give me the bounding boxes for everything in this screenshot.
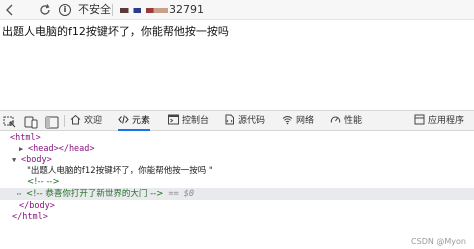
redacted-url-part xyxy=(120,7,168,13)
performance-icon xyxy=(330,116,341,123)
security-label[interactable]: 不安全 xyxy=(78,3,111,17)
tab-network[interactable]: 网络 xyxy=(282,111,314,131)
tab-performance[interactable]: 性能 xyxy=(330,111,362,131)
tab-welcome-label: 欢迎 xyxy=(84,116,103,126)
device-emulation-icon[interactable] xyxy=(24,114,38,129)
tab-performance-label: 性能 xyxy=(344,116,363,126)
code-icon xyxy=(118,115,129,124)
tab-elements[interactable]: 元素 xyxy=(118,111,151,131)
toolbar-separator xyxy=(64,115,65,127)
tab-console[interactable]: 控制台 xyxy=(168,111,209,131)
tab-application-label: 应用程序 xyxy=(428,116,465,126)
reload-icon[interactable] xyxy=(38,3,52,17)
application-icon xyxy=(414,114,425,125)
dom-node-body-close[interactable]: </body> xyxy=(19,201,55,212)
dom-node-head[interactable]: ▶ <head></head> xyxy=(19,144,95,155)
dom-comment-selected[interactable]: ⋯ <!-- 恭喜你打开了新世界的大门 --> == $0 xyxy=(17,189,194,200)
tab-console-label: 控制台 xyxy=(182,116,210,126)
devtools-panel: 欢迎 元素 控制台 源代码 网络 性能 应用程序 <html> ▶ <head><… xyxy=(0,110,474,249)
dom-node-html[interactable]: <html> xyxy=(10,133,41,144)
page-body-text: 出题人电脑的f12按键坏了，你能帮他按一按吗 xyxy=(2,25,229,38)
dom-node-html-close[interactable]: </html> xyxy=(12,212,48,223)
address-separator xyxy=(112,4,113,16)
tab-elements-label: 元素 xyxy=(132,116,151,126)
url-port: 32791 xyxy=(169,3,204,16)
wifi-icon xyxy=(282,116,293,125)
console-icon xyxy=(168,114,179,125)
dom-comment-empty[interactable]: <!-- --> xyxy=(27,177,60,188)
url-text[interactable]: 32791 xyxy=(120,3,204,17)
dom-text-node[interactable]: "出题人电脑的f12按键坏了，你能帮他按一按吗 " xyxy=(27,166,213,177)
home-icon xyxy=(70,114,81,125)
info-icon[interactable]: i xyxy=(59,4,71,16)
tab-network-label: 网络 xyxy=(296,116,315,126)
dom-node-body[interactable]: ▼ <body> xyxy=(12,155,52,166)
expand-triangle-icon[interactable]: ▶ xyxy=(19,144,28,155)
console-ref-label: == $0 xyxy=(168,189,195,199)
address-bar: i 不安全 32791 xyxy=(0,0,474,20)
back-icon[interactable] xyxy=(3,3,17,17)
sources-icon xyxy=(225,114,234,125)
devtools-toolbar: 欢迎 元素 控制台 源代码 网络 性能 应用程序 xyxy=(0,111,474,131)
tab-sources[interactable]: 源代码 xyxy=(224,111,265,131)
watermark: CSDN @Myon xyxy=(411,237,466,246)
tab-sources-label: 源代码 xyxy=(238,116,266,126)
tab-application[interactable]: 应用程序 xyxy=(414,111,464,131)
more-icon[interactable]: ⋯ xyxy=(17,189,26,200)
sidebar-toggle-icon[interactable] xyxy=(45,114,59,129)
collapse-triangle-icon[interactable]: ▼ xyxy=(12,155,21,166)
tab-welcome[interactable]: 欢迎 xyxy=(70,111,102,131)
inspect-element-icon[interactable] xyxy=(3,114,17,128)
